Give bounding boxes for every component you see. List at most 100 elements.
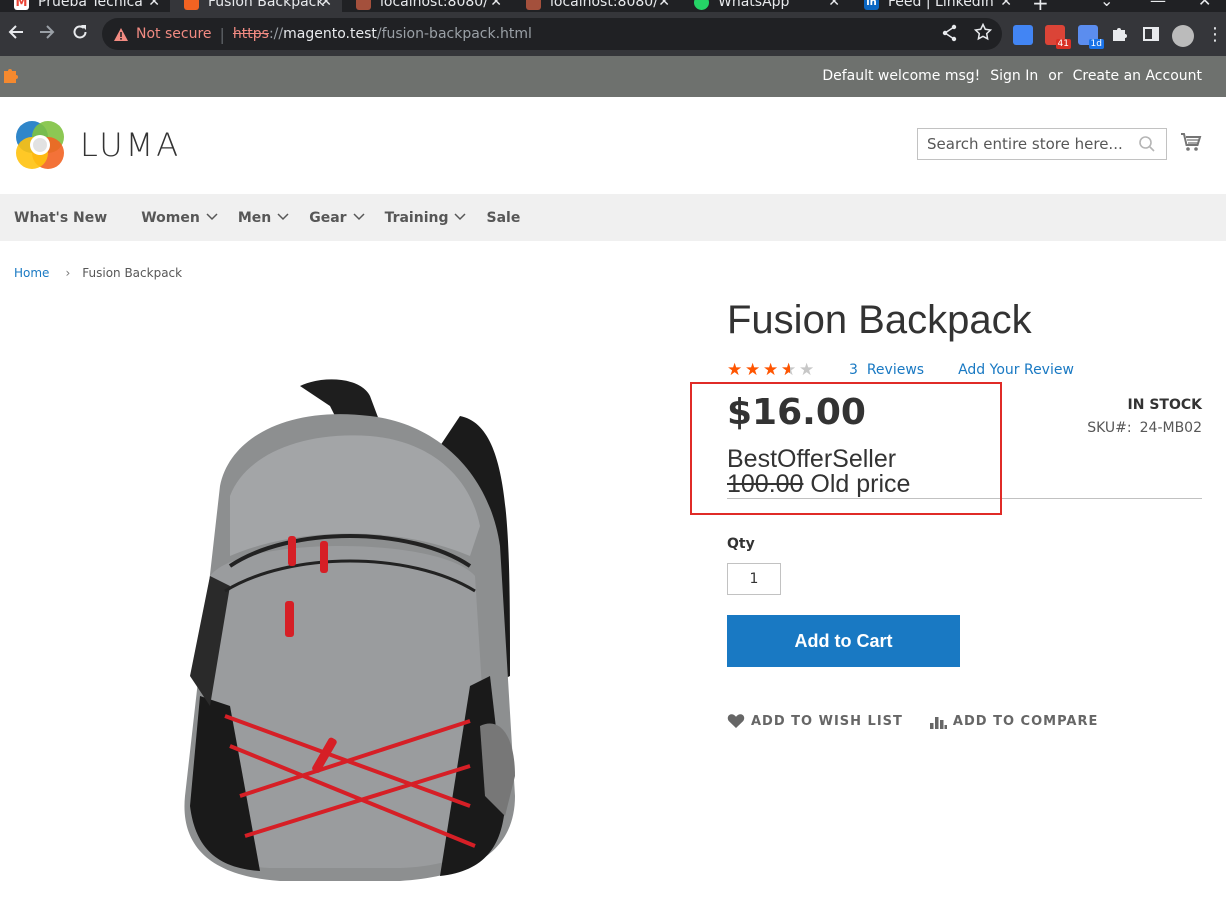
- tab-title: localhost:8080/: [550, 0, 658, 10]
- nav-label: Men: [237, 209, 272, 226]
- close-window-icon[interactable]: ✕: [1198, 0, 1211, 10]
- heart-icon: [727, 713, 745, 729]
- nav-whats-new[interactable]: What's New: [14, 210, 107, 226]
- add-to-cart-button[interactable]: Add to Cart: [727, 615, 960, 667]
- tab-close-icon[interactable]: ✕: [828, 0, 840, 10]
- create-account-link[interactable]: Create an Account: [1073, 68, 1202, 84]
- star-full-icon: ★: [745, 360, 761, 380]
- main-navigation: What's New Women Men Gear Training Sale: [0, 194, 1226, 241]
- luma-logo[interactable]: LUMA: [14, 119, 181, 171]
- sku: SKU#: 24-MB02: [1087, 420, 1202, 436]
- tab-strip: M Prueba Técnica ✕ Fusion Backpack ✕ loc…: [0, 0, 1226, 12]
- back-arrow-icon[interactable]: [7, 23, 25, 45]
- address-bar[interactable]: Not secure | https://magento.test/fusion…: [102, 18, 1002, 50]
- browser-toolbar: Not secure | https://magento.test/fusion…: [0, 12, 1226, 56]
- reviews-count-link[interactable]: 3 Reviews: [849, 362, 924, 378]
- tab-search-chevron-icon[interactable]: ⌄: [1100, 0, 1113, 10]
- compare-bars-icon: [929, 713, 947, 729]
- calendar-extension-icon[interactable]: 1d: [1078, 25, 1104, 49]
- warning-icon: [112, 25, 130, 43]
- tab-whatsapp[interactable]: WhatsApp ✕: [680, 0, 850, 12]
- forward-arrow-icon[interactable]: [38, 23, 56, 45]
- nav-women[interactable]: Women: [141, 210, 218, 226]
- search-icon[interactable]: [1138, 135, 1156, 153]
- search-input[interactable]: Search entire store here...: [917, 128, 1167, 160]
- search-placeholder: Search entire store here...: [927, 135, 1123, 153]
- tab-close-icon[interactable]: ✕: [490, 0, 502, 10]
- tab-title: Prueba Técnica: [38, 0, 143, 10]
- review-count: 3: [849, 362, 858, 378]
- mail-extension-icon[interactable]: 41: [1045, 25, 1071, 49]
- star-full-icon: ★: [763, 360, 779, 380]
- nav-training[interactable]: Training: [385, 210, 467, 226]
- tab-title: Fusion Backpack: [208, 0, 325, 10]
- nav-label: Gear: [309, 209, 347, 226]
- chevron-down-icon: [206, 211, 218, 224]
- profile-avatar[interactable]: [1172, 25, 1194, 47]
- breadcrumb-home-link[interactable]: Home: [14, 266, 49, 280]
- welcome-message: Default welcome msg!: [822, 68, 981, 84]
- menu-kebab-icon[interactable]: ⋮: [1206, 25, 1226, 45]
- stock-status: In stock: [1127, 397, 1202, 413]
- app-icon: [356, 0, 371, 10]
- tab-localhost-1[interactable]: localhost:8080/ ✕: [342, 0, 512, 12]
- minimize-icon[interactable]: —: [1150, 0, 1166, 10]
- tab-prueba-tecnica[interactable]: M Prueba Técnica ✕: [0, 0, 170, 12]
- breadcrumb-current: Fusion Backpack: [82, 266, 183, 280]
- add-to-compare-link[interactable]: ADD TO COMPARE: [929, 713, 1098, 729]
- star-full-icon: ★: [727, 360, 743, 380]
- tab-linkedin[interactable]: in Feed | LinkedIn ✕: [850, 0, 1022, 12]
- tab-title: Feed | LinkedIn: [888, 0, 994, 10]
- tab-close-icon[interactable]: ✕: [658, 0, 670, 10]
- sign-in-link[interactable]: Sign In: [990, 68, 1038, 84]
- nav-label: What's New: [14, 209, 108, 226]
- qty-input[interactable]: 1: [727, 563, 781, 595]
- compare-label: ADD TO COMPARE: [952, 713, 1099, 729]
- nav-gear[interactable]: Gear: [309, 209, 365, 226]
- or-text: or: [1048, 68, 1063, 84]
- tab-close-icon[interactable]: ✕: [320, 0, 332, 10]
- new-tab-plus-icon[interactable]: +: [1032, 0, 1049, 12]
- nav-sale[interactable]: Sale: [486, 210, 520, 226]
- cart-icon[interactable]: [1180, 131, 1202, 153]
- security-label[interactable]: Not secure: [136, 26, 212, 42]
- annotation-highlight-box: [690, 382, 1002, 515]
- side-panel-icon[interactable]: [1142, 25, 1162, 45]
- nav-label: Sale: [486, 209, 521, 226]
- add-review-link[interactable]: Add Your Review: [958, 362, 1074, 378]
- tab-fusion-backpack[interactable]: Fusion Backpack ✕: [170, 0, 342, 12]
- tab-close-icon[interactable]: ✕: [1000, 0, 1012, 10]
- url-text[interactable]: https://magento.test/fusion-backpack.htm…: [233, 26, 532, 42]
- debug-puzzle-icon[interactable]: [2, 65, 20, 85]
- top-panel: Default welcome msg! Sign In or Create a…: [0, 56, 1226, 97]
- reload-icon[interactable]: [71, 23, 89, 45]
- chevron-right-icon: ›: [65, 266, 71, 280]
- chevron-down-icon: [353, 211, 365, 224]
- tab-close-icon[interactable]: ✕: [148, 0, 160, 10]
- tab-title: localhost:8080/: [380, 0, 488, 10]
- bookmark-star-icon[interactable]: [973, 22, 993, 45]
- product-title: Fusion Backpack: [727, 298, 1032, 342]
- mail-badge: 41: [1055, 39, 1071, 49]
- translate-extension-icon[interactable]: [1013, 25, 1033, 45]
- nav-label: Training: [384, 209, 449, 226]
- chevron-down-icon: [277, 211, 289, 224]
- url-sep: ://: [268, 26, 284, 42]
- tab-localhost-2[interactable]: localhost:8080/ ✕: [512, 0, 680, 12]
- share-icon[interactable]: [942, 24, 958, 46]
- wishlist-label: ADD TO WISH LIST: [751, 713, 903, 729]
- sku-label: SKU#:: [1087, 420, 1132, 436]
- star-empty-icon: ★: [799, 360, 815, 380]
- add-to-wishlist-link[interactable]: ADD TO WISH LIST: [727, 713, 903, 729]
- tab-title: WhatsApp: [718, 0, 790, 10]
- calendar-badge: 1d: [1088, 39, 1104, 49]
- reviews-links: 3 Reviews Add Your Review: [849, 362, 1074, 378]
- puzzle-extensions-icon[interactable]: [1110, 25, 1130, 45]
- app-icon: [526, 0, 541, 10]
- product-image[interactable]: [170, 376, 540, 896]
- nav-men[interactable]: Men: [238, 210, 289, 226]
- chevron-down-icon: [454, 211, 467, 224]
- whatsapp-icon: [694, 0, 709, 10]
- qty-label: Qty: [727, 536, 755, 552]
- rating-stars: ★ ★ ★ ★ ★ ★: [727, 360, 817, 380]
